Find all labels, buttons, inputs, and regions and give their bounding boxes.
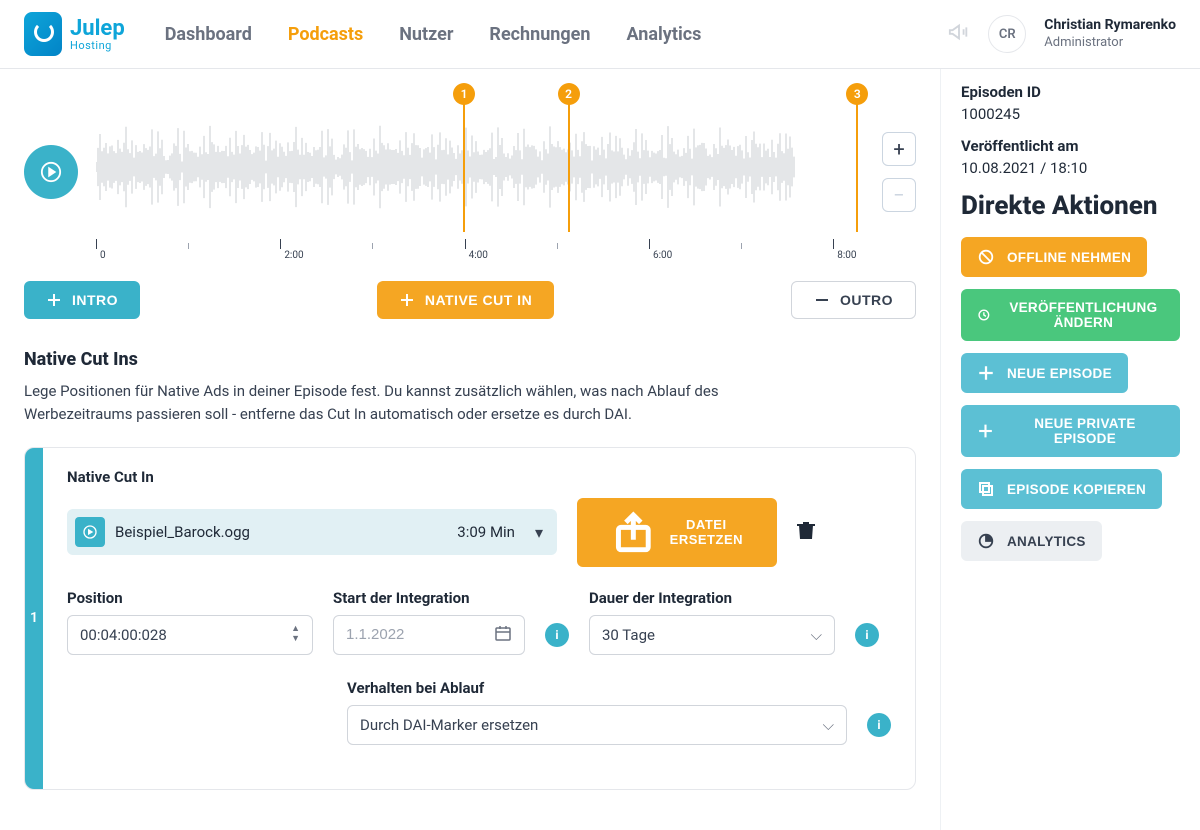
section-desc: Lege Positionen für Native Ads in deiner…: [24, 380, 744, 425]
expire-label: Verhalten bei Ablauf: [347, 679, 847, 697]
chevron-down-icon[interactable]: ▾: [535, 523, 543, 542]
file-chip[interactable]: Beispiel_Barock.ogg 3:09 Min ▾: [67, 509, 557, 555]
analytics-label: ANALYTICS: [1007, 534, 1086, 549]
section-title: Native Cut Ins: [24, 349, 916, 370]
copy-episode-label: EPISODE KOPIEREN: [1007, 482, 1146, 497]
time-tick: [372, 243, 373, 249]
episode-id-label: Episoden ID: [961, 83, 1180, 101]
outro-button[interactable]: OUTRO: [791, 281, 916, 319]
user-name: Christian Rymarenko: [1044, 16, 1176, 34]
time-tick: [557, 243, 558, 249]
time-axis: 0 2:00 4:00 6:00 8:00: [96, 232, 864, 257]
time-tick: [741, 243, 742, 249]
published-value: 10.08.2021 / 18:10: [961, 159, 1180, 177]
position-stepper[interactable]: ▲▼: [291, 625, 300, 644]
new-episode-button[interactable]: NEUE EPISODE: [961, 353, 1128, 393]
position-value: 00:04:00:028: [80, 626, 167, 644]
replace-file-button[interactable]: DATEI ERSETZEN: [577, 498, 777, 567]
duration-label: Dauer der Integration: [589, 589, 835, 607]
logo-title: Julep: [70, 18, 125, 40]
chevron-down-icon: ⌵: [823, 716, 834, 734]
native-cutin-button[interactable]: NATIVE CUT IN: [377, 281, 554, 319]
time-tick: 0: [96, 239, 97, 249]
calendar-icon[interactable]: [494, 624, 512, 646]
offline-label: OFFLINE NEHMEN: [1007, 250, 1131, 265]
user-role: Administrator: [1044, 35, 1176, 52]
file-play-button[interactable]: [75, 517, 105, 547]
waveform-marker[interactable]: 1: [463, 87, 465, 232]
time-tick: 2:00: [280, 239, 281, 249]
nav-dashboard[interactable]: Dashboard: [165, 24, 252, 45]
duration-select[interactable]: 30 Tage ⌵: [589, 615, 835, 655]
expire-info-icon[interactable]: i: [867, 713, 891, 737]
nav-rechnungen[interactable]: Rechnungen: [489, 24, 590, 45]
waveform-marker[interactable]: 3: [856, 87, 858, 232]
new-episode-label: NEUE EPISODE: [1007, 366, 1112, 381]
new-private-label: NEUE PRIVATE EPISODE: [1006, 416, 1164, 446]
new-private-episode-button[interactable]: NEUE PRIVATE EPISODE: [961, 405, 1180, 457]
chevron-down-icon: ⌵: [811, 626, 822, 644]
published-label: Veröffentlicht am: [961, 137, 1180, 155]
cutin-index: 1: [25, 448, 43, 789]
header: Julep Hosting Dashboard Podcasts Nutzer …: [0, 0, 1200, 69]
start-date-input[interactable]: [333, 615, 525, 655]
nav-analytics[interactable]: Analytics: [627, 24, 702, 45]
waveform-svg: [96, 107, 796, 227]
actions-title: Direkte Aktionen: [961, 191, 1180, 221]
file-duration: 3:09 Min: [457, 523, 515, 541]
time-tick: 6:00: [649, 239, 650, 249]
change-publish-button[interactable]: VERÖFFENTLICHUNG ÄNDERN: [961, 289, 1180, 341]
time-tick: [188, 243, 189, 249]
position-input[interactable]: 00:04:00:028 ▲▼: [67, 615, 313, 655]
megaphone-icon[interactable]: [948, 22, 970, 47]
outro-button-label: OUTRO: [840, 292, 893, 308]
start-info-icon[interactable]: i: [545, 623, 569, 647]
expire-select[interactable]: Durch DAI-Marker ersetzen ⌵: [347, 705, 847, 745]
waveform[interactable]: 0 2:00 4:00 6:00 8:00 12 3: [96, 87, 864, 257]
analytics-button[interactable]: ANALYTICS: [961, 521, 1102, 561]
offline-button[interactable]: OFFLINE NEHMEN: [961, 237, 1147, 277]
sidebar: Episoden ID 1000245 Veröffentlicht am 10…: [940, 69, 1200, 830]
change-publish-label: VERÖFFENTLICHUNG ÄNDERN: [1003, 300, 1164, 330]
start-date-field[interactable]: [346, 626, 494, 643]
duration-info-icon[interactable]: i: [855, 623, 879, 647]
zoom-in-button[interactable]: +: [882, 132, 916, 166]
logo[interactable]: Julep Hosting: [24, 12, 125, 56]
replace-file-label: DATEI ERSETZEN: [670, 517, 743, 547]
time-tick: 4:00: [465, 239, 466, 249]
time-tick: 8:00: [833, 239, 834, 249]
waveform-marker[interactable]: 2: [568, 87, 570, 232]
start-label: Start der Integration: [333, 589, 525, 607]
waveform-area: 0 2:00 4:00 6:00 8:00 12 3 + −: [24, 87, 916, 257]
trash-icon[interactable]: [797, 520, 815, 544]
file-name: Beispiel_Barock.ogg: [115, 523, 447, 541]
duration-value: 30 Tage: [602, 626, 655, 644]
avatar[interactable]: CR: [988, 15, 1026, 53]
play-button[interactable]: [24, 145, 78, 199]
intro-button-label: INTRO: [72, 292, 118, 308]
episode-id-value: 1000245: [961, 105, 1180, 123]
native-button-label: NATIVE CUT IN: [425, 292, 532, 308]
zoom-out-button[interactable]: −: [882, 178, 916, 212]
logo-icon: [24, 12, 62, 56]
intro-button[interactable]: INTRO: [24, 281, 140, 319]
cutin-label: Native Cut In: [67, 468, 891, 486]
user-info[interactable]: Christian Rymarenko Administrator: [1044, 16, 1176, 51]
position-label: Position: [67, 589, 313, 607]
nav-nutzer[interactable]: Nutzer: [399, 24, 453, 45]
cutin-card: 1 Native Cut In Beispiel_Barock.ogg 3:09…: [24, 447, 916, 790]
logo-subtitle: Hosting: [70, 40, 125, 51]
copy-episode-button[interactable]: EPISODE KOPIEREN: [961, 469, 1162, 509]
nav-podcasts[interactable]: Podcasts: [288, 24, 363, 45]
expire-value: Durch DAI-Marker ersetzen: [360, 716, 538, 734]
main-nav: Dashboard Podcasts Nutzer Rechnungen Ana…: [165, 24, 949, 45]
